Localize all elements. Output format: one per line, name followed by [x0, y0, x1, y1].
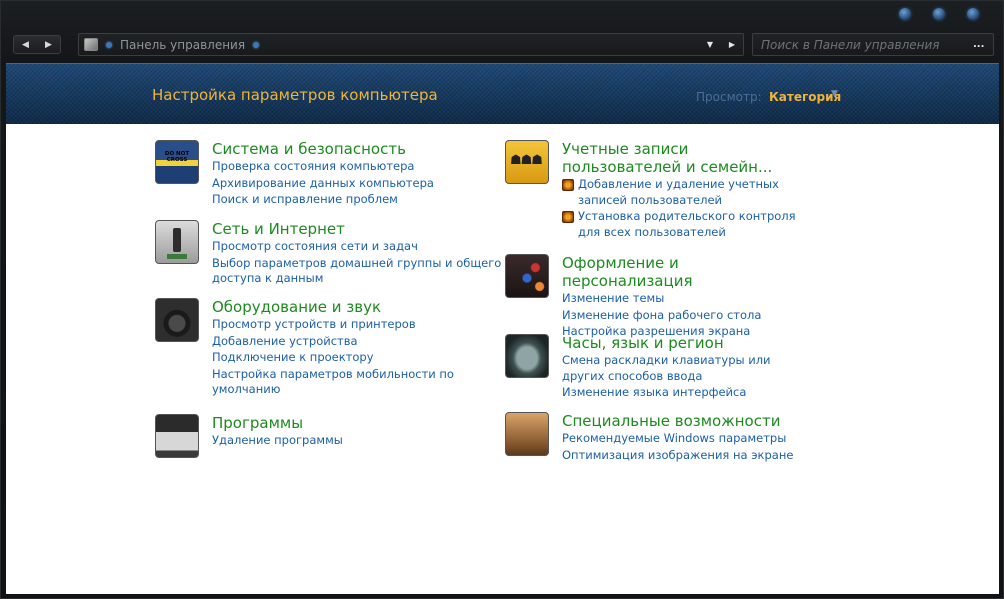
- category-link[interactable]: Просмотр состояния сети и задач: [212, 239, 502, 255]
- refresh-arrow-icon[interactable]: ▶: [721, 40, 743, 49]
- network-icon[interactable]: [155, 220, 199, 264]
- window-controls: [899, 8, 979, 20]
- admin-shield-icon: [562, 179, 574, 191]
- category-heading[interactable]: Оформление и персонализация: [562, 254, 802, 290]
- ease-of-access-icon[interactable]: [505, 412, 549, 456]
- category-link[interactable]: Оптимизация изображения на экране: [562, 448, 802, 464]
- category-link[interactable]: Архивирование данных компьютера: [212, 176, 502, 192]
- search-input[interactable]: [761, 37, 961, 52]
- category-link[interactable]: Изменение языка интерфейса: [562, 385, 802, 401]
- address-bar[interactable]: Панель управления ▼ ▶: [78, 33, 744, 56]
- window-frame: ◀ ▶ Панель управления ▼ ▶ ... Настройка …: [0, 0, 1004, 599]
- category-link[interactable]: Изменение фона рабочего стола: [562, 308, 802, 324]
- category-link[interactable]: Изменение темы: [562, 291, 802, 307]
- category-heading[interactable]: Учетные записи пользователей и семейн...: [562, 140, 802, 176]
- category-link[interactable]: Проверка состояния компьютера: [212, 159, 502, 175]
- search-icon[interactable]: ...: [973, 39, 984, 50]
- view-by-label: Просмотр:: [696, 90, 762, 104]
- hardware-sound-icon[interactable]: [155, 298, 199, 342]
- breadcrumb-control-panel[interactable]: Панель управления: [120, 38, 245, 52]
- forward-arrow-icon[interactable]: ▶: [45, 40, 52, 50]
- back-arrow-icon[interactable]: ◀: [22, 40, 29, 50]
- category-link[interactable]: Рекомендуемые Windows параметры: [562, 431, 802, 447]
- link-text: Установка родительского контроля для все…: [578, 209, 796, 239]
- category-link[interactable]: Добавление и удаление учетных записей по…: [562, 177, 802, 208]
- category-heading[interactable]: Часы, язык и регион: [562, 334, 802, 352]
- minimize-button[interactable]: [899, 8, 911, 20]
- content-area: Система и безопасность Проверка состояни…: [6, 124, 999, 594]
- category-link[interactable]: Настройка параметров мобильности по умол…: [212, 367, 502, 398]
- category-heading[interactable]: Система и безопасность: [212, 140, 502, 158]
- security-icon[interactable]: [155, 140, 199, 184]
- category-link[interactable]: Поиск и исправление проблем: [212, 192, 502, 208]
- category-heading[interactable]: Оборудование и звук: [212, 298, 502, 316]
- category-heading[interactable]: Сеть и Интернет: [212, 220, 502, 238]
- close-button[interactable]: [967, 8, 979, 20]
- navigation-buttons: ◀ ▶: [13, 35, 61, 54]
- category-link[interactable]: Просмотр устройств и принтеров: [212, 317, 502, 333]
- category-link[interactable]: Установка родительского контроля для все…: [562, 209, 802, 240]
- control-panel-icon: [84, 38, 98, 51]
- category-link[interactable]: Добавление устройства: [212, 334, 502, 350]
- maximize-button[interactable]: [933, 8, 945, 20]
- link-text: Добавление и удаление учетных записей по…: [578, 177, 779, 207]
- admin-shield-icon: [562, 211, 574, 223]
- programs-icon[interactable]: [155, 414, 199, 458]
- breadcrumb-expand-icon[interactable]: [253, 41, 260, 48]
- category-link[interactable]: Удаление программы: [212, 433, 502, 449]
- search-box: ...: [752, 33, 994, 56]
- category-heading[interactable]: Специальные возможности: [562, 412, 802, 430]
- category-link[interactable]: Выбор параметров домашней группы и общег…: [212, 256, 502, 287]
- category-link[interactable]: Смена раскладки клавиатуры или других сп…: [562, 353, 802, 384]
- clock-language-region-icon[interactable]: [505, 334, 549, 378]
- chevron-down-icon[interactable]: ▼: [831, 89, 838, 99]
- appearance-icon[interactable]: [505, 254, 549, 298]
- user-accounts-icon[interactable]: [505, 140, 549, 184]
- history-dropdown-icon[interactable]: ▼: [699, 40, 721, 49]
- breadcrumb-separator-icon[interactable]: [106, 41, 112, 48]
- category-heading[interactable]: Программы: [212, 414, 502, 432]
- header-banner: Настройка параметров компьютера Просмотр…: [6, 63, 999, 124]
- category-link[interactable]: Подключение к проектору: [212, 350, 502, 366]
- page-title: Настройка параметров компьютера: [152, 86, 438, 104]
